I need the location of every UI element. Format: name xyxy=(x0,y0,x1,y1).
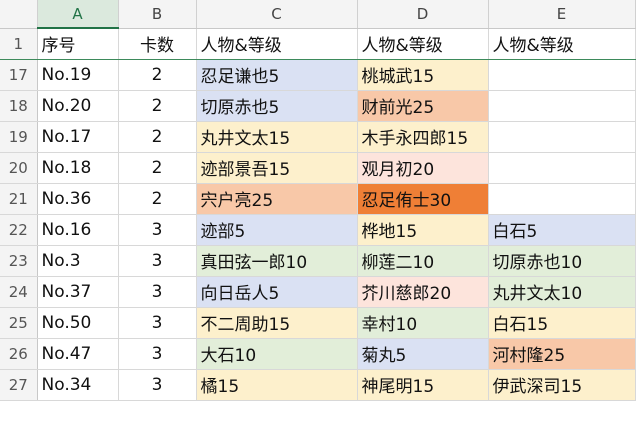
cell-character-1[interactable]: 向日岳人5 xyxy=(196,276,358,308)
cell-character-3[interactable] xyxy=(488,59,636,91)
header-cell-count[interactable]: 卡数 xyxy=(118,28,197,60)
table-header-row: 1 序号 卡数 人物&等级 人物&等级 人物&等级 xyxy=(0,28,636,60)
cell-character-2[interactable]: 桃城武15 xyxy=(357,59,489,91)
column-header-e[interactable]: E xyxy=(488,0,636,29)
row-number[interactable]: 20 xyxy=(0,152,38,184)
header-cell-character-2[interactable]: 人物&等级 xyxy=(357,28,489,60)
column-header-a[interactable]: A xyxy=(37,0,119,29)
row-number[interactable]: 18 xyxy=(0,90,38,122)
cell-count[interactable]: 2 xyxy=(118,121,197,153)
cell-character-1[interactable]: 橘15 xyxy=(196,369,358,401)
cell-character-2[interactable]: 忍足侑士30 xyxy=(357,183,489,215)
cell-character-2[interactable]: 桦地15 xyxy=(357,214,489,246)
cell-id[interactable]: No.20 xyxy=(37,90,119,122)
cell-character-2[interactable]: 财前光25 xyxy=(357,90,489,122)
cell-character-1[interactable]: 不二周助15 xyxy=(196,307,358,339)
cell-id[interactable]: No.18 xyxy=(37,152,119,184)
table-row: 17 No.19 2 忍足谦也5 桃城武15 xyxy=(0,59,636,91)
cell-count[interactable]: 2 xyxy=(118,183,197,215)
cell-count[interactable]: 3 xyxy=(118,245,197,277)
cell-id[interactable]: No.16 xyxy=(37,214,119,246)
cell-count[interactable]: 3 xyxy=(118,276,197,308)
cell-character-3[interactable]: 河村隆25 xyxy=(488,338,636,370)
cell-character-3[interactable]: 白石5 xyxy=(488,214,636,246)
header-cell-character-3[interactable]: 人物&等级 xyxy=(488,28,636,60)
column-header-b[interactable]: B xyxy=(118,0,197,29)
cell-character-1[interactable]: 大石10 xyxy=(196,338,358,370)
table-row: 19 No.17 2 丸井文太15 木手永四郎15 xyxy=(0,121,636,153)
cell-character-1[interactable]: 真田弦一郎10 xyxy=(196,245,358,277)
table-row: 21 No.36 2 宍户亮25 忍足侑士30 xyxy=(0,183,636,215)
row-number[interactable]: 17 xyxy=(0,59,38,91)
row-number[interactable]: 1 xyxy=(0,28,38,60)
cell-character-3[interactable] xyxy=(488,90,636,122)
cell-character-1[interactable]: 切原赤也5 xyxy=(196,90,358,122)
cell-character-2[interactable]: 幸村10 xyxy=(357,307,489,339)
row-number[interactable]: 26 xyxy=(0,338,38,370)
table-row: 26 No.47 3 大石10 菊丸5 河村隆25 xyxy=(0,338,636,370)
cell-character-2[interactable]: 柳莲二10 xyxy=(357,245,489,277)
table-row: 23 No.3 3 真田弦一郎10 柳莲二10 切原赤也10 xyxy=(0,245,636,277)
cell-id[interactable]: No.50 xyxy=(37,307,119,339)
cell-id[interactable]: No.3 xyxy=(37,245,119,277)
cell-character-3[interactable]: 丸井文太10 xyxy=(488,276,636,308)
cell-id[interactable]: No.37 xyxy=(37,276,119,308)
cell-character-1[interactable]: 宍户亮25 xyxy=(196,183,358,215)
cell-character-3[interactable] xyxy=(488,152,636,184)
header-cell-character-1[interactable]: 人物&等级 xyxy=(196,28,358,60)
row-number[interactable]: 27 xyxy=(0,369,38,401)
column-header-d[interactable]: D xyxy=(357,0,489,29)
row-number[interactable]: 19 xyxy=(0,121,38,153)
cell-character-1[interactable]: 忍足谦也5 xyxy=(196,59,358,91)
cell-id[interactable]: No.17 xyxy=(37,121,119,153)
cell-count[interactable]: 3 xyxy=(118,214,197,246)
table-row: 18 No.20 2 切原赤也5 财前光25 xyxy=(0,90,636,122)
cell-character-2[interactable]: 芥川慈郎20 xyxy=(357,276,489,308)
select-all-corner[interactable] xyxy=(0,0,38,29)
cell-character-3[interactable]: 伊武深司15 xyxy=(488,369,636,401)
spreadsheet-grid: A B C D E 1 序号 卡数 人物&等级 人物&等级 人物&等级 17 No… xyxy=(0,0,636,401)
cell-count[interactable]: 3 xyxy=(118,307,197,339)
table-row: 20 No.18 2 迹部景吾15 观月初20 xyxy=(0,152,636,184)
cell-character-2[interactable]: 观月初20 xyxy=(357,152,489,184)
spreadsheet: A B C D E 1 序号 卡数 人物&等级 人物&等级 人物&等级 17 No… xyxy=(0,0,636,427)
column-header-row: A B C D E xyxy=(0,0,636,29)
cell-character-2[interactable]: 木手永四郎15 xyxy=(357,121,489,153)
row-number[interactable]: 23 xyxy=(0,245,38,277)
row-number[interactable]: 21 xyxy=(0,183,38,215)
cell-id[interactable]: No.36 xyxy=(37,183,119,215)
cell-count[interactable]: 3 xyxy=(118,338,197,370)
column-header-c[interactable]: C xyxy=(196,0,358,29)
header-cell-id[interactable]: 序号 xyxy=(37,28,119,60)
cell-character-3[interactable]: 切原赤也10 xyxy=(488,245,636,277)
cell-count[interactable]: 3 xyxy=(118,369,197,401)
table-row: 24 No.37 3 向日岳人5 芥川慈郎20 丸井文太10 xyxy=(0,276,636,308)
cell-id[interactable]: No.47 xyxy=(37,338,119,370)
row-number[interactable]: 22 xyxy=(0,214,38,246)
cell-character-3[interactable]: 白石15 xyxy=(488,307,636,339)
cell-character-3[interactable] xyxy=(488,183,636,215)
cell-character-1[interactable]: 迹部5 xyxy=(196,214,358,246)
row-number[interactable]: 25 xyxy=(0,307,38,339)
table-row: 27 No.34 3 橘15 神尾明15 伊武深司15 xyxy=(0,369,636,401)
table-row: 22 No.16 3 迹部5 桦地15 白石5 xyxy=(0,214,636,246)
cell-count[interactable]: 2 xyxy=(118,59,197,91)
cell-character-1[interactable]: 迹部景吾15 xyxy=(196,152,358,184)
cell-character-1[interactable]: 丸井文太15 xyxy=(196,121,358,153)
table-row: 25 No.50 3 不二周助15 幸村10 白石15 xyxy=(0,307,636,339)
cell-character-2[interactable]: 神尾明15 xyxy=(357,369,489,401)
cell-count[interactable]: 2 xyxy=(118,152,197,184)
cell-id[interactable]: No.34 xyxy=(37,369,119,401)
cell-character-2[interactable]: 菊丸5 xyxy=(357,338,489,370)
cell-id[interactable]: No.19 xyxy=(37,59,119,91)
cell-count[interactable]: 2 xyxy=(118,90,197,122)
row-number[interactable]: 24 xyxy=(0,276,38,308)
cell-character-3[interactable] xyxy=(488,121,636,153)
